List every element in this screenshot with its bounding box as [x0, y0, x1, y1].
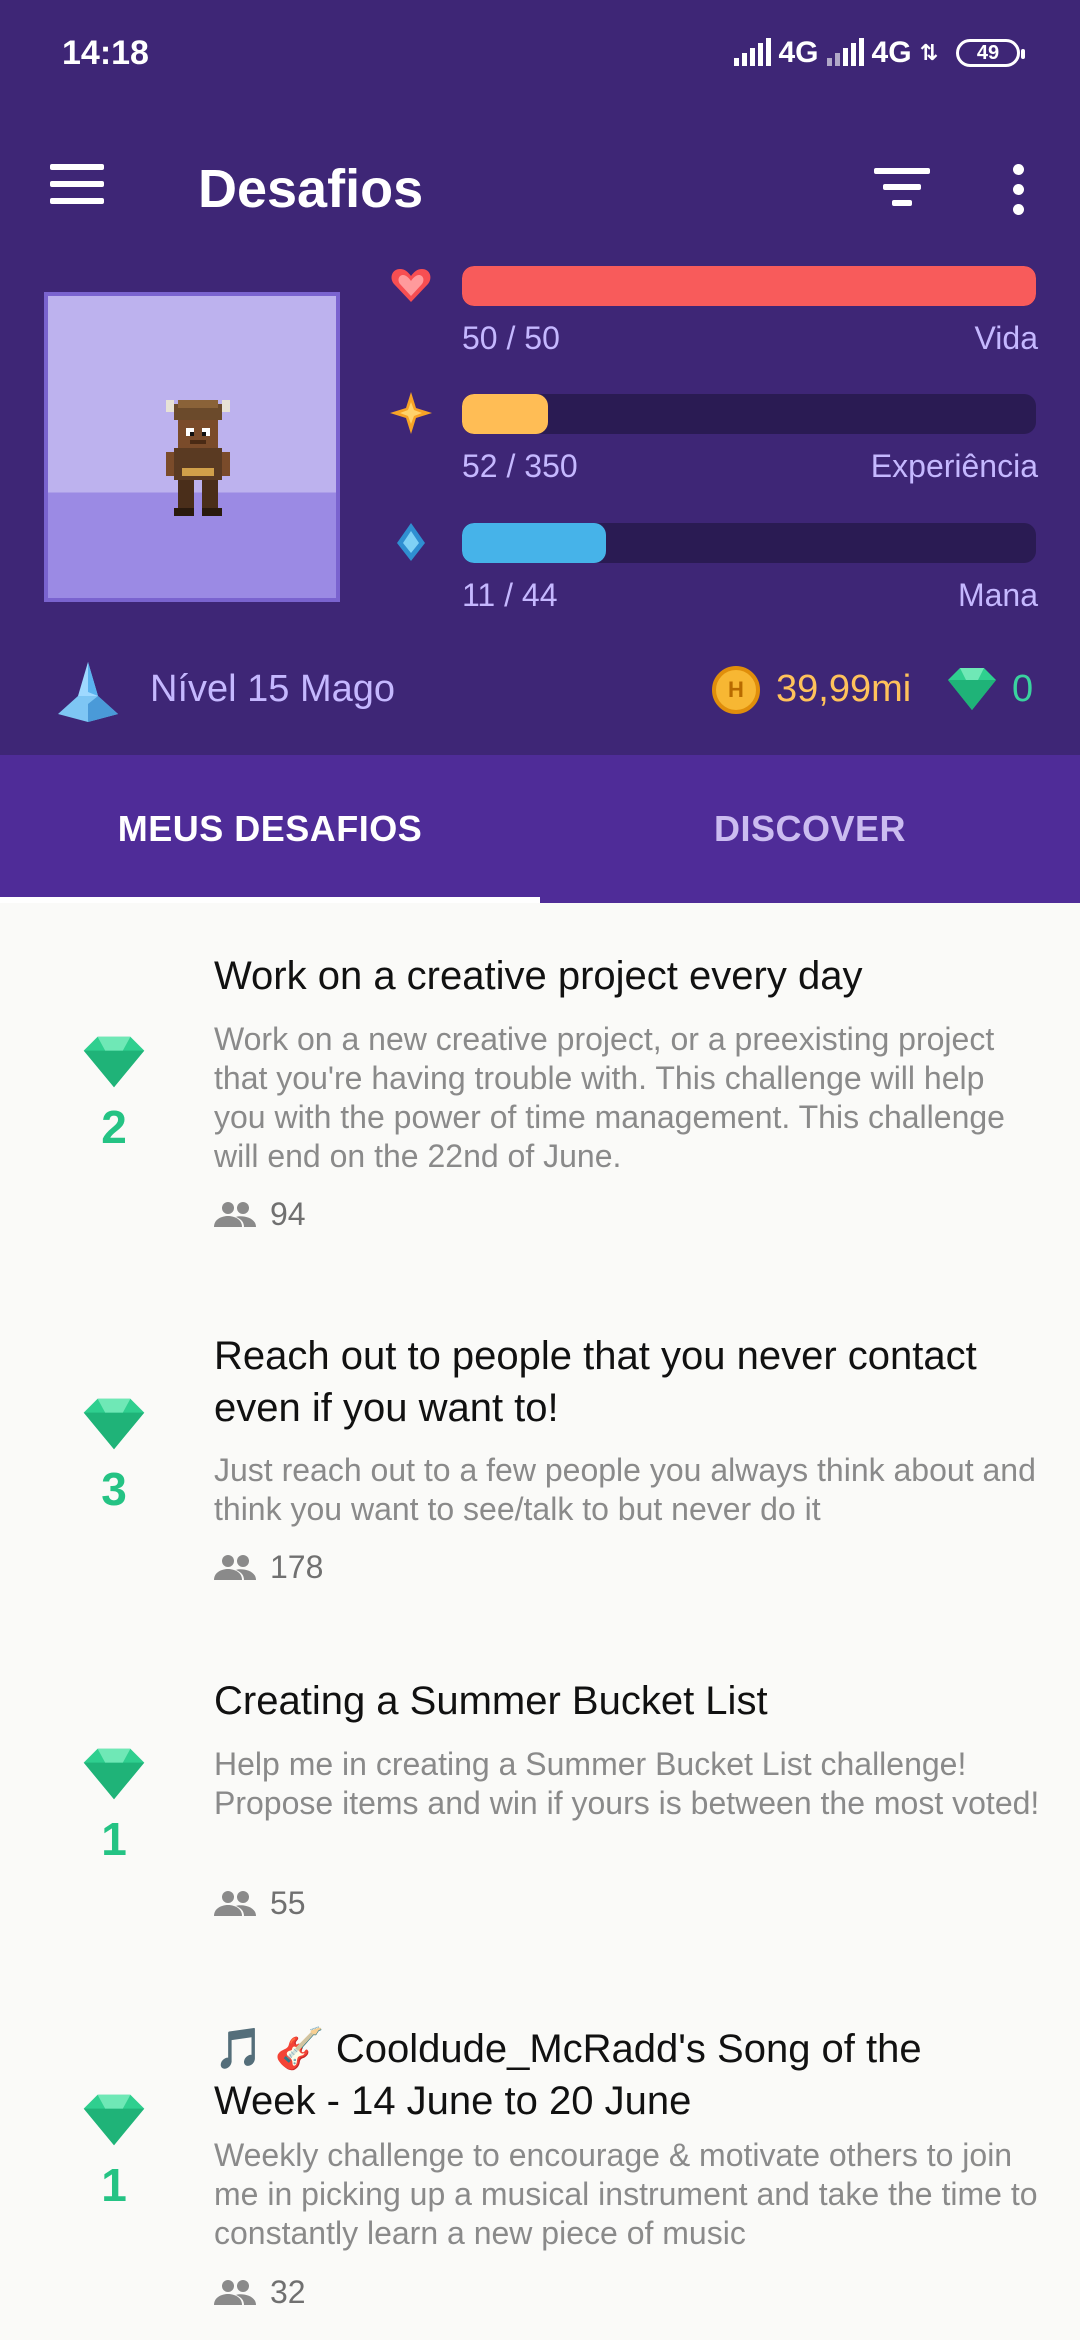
gem-count: 3 [101, 1463, 127, 1515]
challenge-description: Just reach out to a few people you alway… [214, 1452, 1036, 1527]
challenge-description: Work on a new creative project, or a pre… [214, 1021, 1005, 1174]
tab-discover[interactable]: DISCOVER [540, 755, 1080, 903]
gem-value: 0 [1012, 668, 1034, 710]
menu-icon[interactable] [50, 164, 104, 204]
mana-bar [462, 523, 1036, 563]
mage-class-icon [58, 662, 118, 722]
member-count-value: 32 [270, 2274, 306, 2310]
level-label: Nível 15 Mago [150, 668, 396, 710]
health-label: Vida [974, 320, 1038, 356]
gem-reward: 1 [78, 2091, 150, 2212]
battery-level: 49 [976, 41, 1000, 64]
member-count: 55 [214, 1885, 306, 1922]
more-options-icon[interactable] [1006, 164, 1030, 216]
gem-reward: 2 [78, 1033, 150, 1154]
experience-bar [462, 394, 1036, 434]
gem-count: 2 [101, 1101, 127, 1153]
experience-label: Experiência [870, 448, 1038, 484]
network-label-1: 4G [778, 36, 819, 69]
member-count-value: 94 [270, 1196, 306, 1232]
status-bar: 14:18 4G 4G ⇅ 49 [0, 0, 1080, 110]
people-icon [214, 2279, 256, 2305]
gem-reward: 3 [78, 1395, 150, 1516]
drop-icon [397, 523, 425, 561]
mana-value: 11 / 44 [462, 577, 558, 613]
gem-icon [83, 1748, 145, 1800]
people-icon [214, 1201, 256, 1227]
people-icon [214, 1890, 256, 1916]
mana-bar-fill [462, 523, 606, 563]
tab-bar: MEUS DESAFIOS DISCOVER [0, 755, 1080, 903]
header: 14:18 4G 4G ⇅ 49 Desafios 50 / 50 Vida 5… [0, 0, 1080, 755]
health-bar [462, 266, 1036, 306]
member-count: 178 [214, 1549, 323, 1586]
data-arrows-icon: ⇅ [919, 40, 938, 65]
battery-icon: 49 [956, 39, 1025, 67]
signal-icon-2 [826, 38, 864, 66]
health-value: 50 / 50 [462, 320, 560, 356]
gem-reward: 1 [78, 1745, 150, 1866]
people-icon [214, 1554, 256, 1580]
challenge-title: Reach out to people that you never conta… [214, 1334, 977, 1430]
experience-value: 52 / 350 [462, 448, 578, 484]
signal-icon [733, 38, 771, 66]
mana-label: Mana [957, 577, 1038, 613]
character-sprite-icon [166, 400, 230, 516]
gem-icon [83, 2094, 145, 2146]
gem-icon [83, 1398, 145, 1450]
tab-my-challenges[interactable]: MEUS DESAFIOS [0, 755, 540, 903]
gold-value: 39,99mi [776, 668, 912, 710]
challenge-title: 🎵 🎸 Cooldude_McRadd's Song of the Week -… [214, 2027, 922, 2123]
gem-count: 1 [101, 1813, 127, 1865]
avatar[interactable] [44, 292, 340, 602]
challenge-title: Work on a creative project every day [214, 954, 863, 998]
member-count-value: 55 [270, 1885, 306, 1921]
status-time: 14:18 [62, 34, 149, 72]
challenge-description: Weekly challenge to encourage & motivate… [214, 2137, 1038, 2251]
toolbar: Desafios [0, 140, 1080, 240]
challenge-description: Help me in creating a Summer Bucket List… [214, 1746, 1040, 1821]
health-bar-fill [462, 266, 1036, 306]
challenge-title: Creating a Summer Bucket List [214, 1679, 768, 1723]
gem-icon[interactable] [946, 664, 998, 714]
page-title: Desafios [198, 159, 424, 219]
tab-indicator [0, 897, 540, 903]
member-count-value: 178 [270, 1549, 324, 1585]
star-icon [390, 392, 432, 434]
gold-coin-icon: H [712, 666, 760, 714]
experience-bar-fill [462, 394, 548, 434]
member-count: 94 [214, 1196, 306, 1233]
heart-icon [391, 269, 431, 302]
member-count: 32 [214, 2274, 306, 2311]
status-indicators: 4G 4G ⇅ 49 [733, 36, 1025, 70]
level-row: Nível 15 Mago H 39,99mi 0 [0, 650, 1080, 730]
network-label-2: 4G [871, 36, 912, 69]
filter-icon[interactable] [874, 168, 930, 212]
gem-icon [83, 1036, 145, 1088]
gem-count: 1 [101, 2159, 127, 2211]
